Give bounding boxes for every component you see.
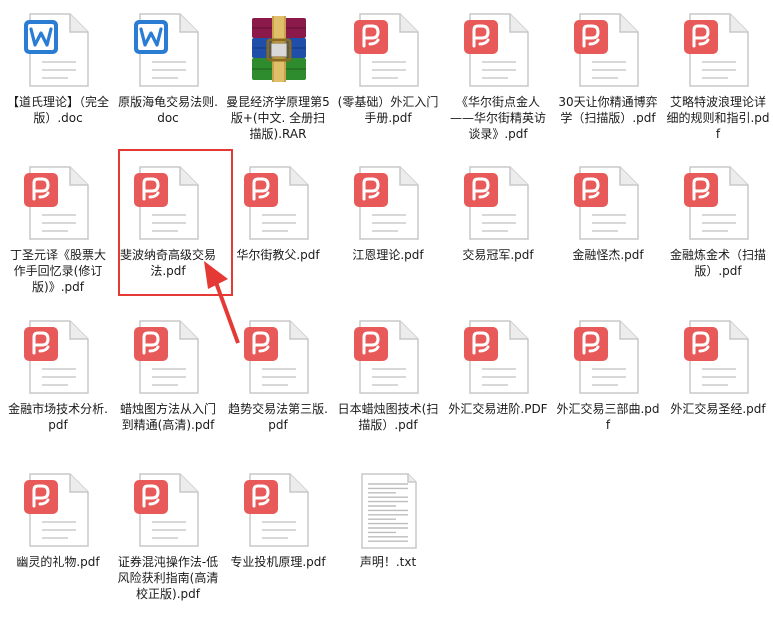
file-item[interactable]: 华尔街教父.pdf bbox=[223, 153, 333, 303]
file-name: 外汇交易三部曲.pdf bbox=[556, 402, 660, 432]
pdf-file-icon bbox=[458, 10, 538, 90]
pdf-file-icon bbox=[128, 163, 208, 243]
file-item[interactable]: 交易冠军.pdf bbox=[443, 153, 553, 303]
file-name: 艾略特波浪理论详细的规则和指引.pdf bbox=[666, 95, 770, 141]
file-name: 外汇交易进阶.PDF bbox=[448, 402, 548, 416]
file-grid: 【道氏理论】（完全版）.doc 原版海龟交易法则.doc 曼昆经济学原理第5版+(中… bbox=[0, 0, 773, 640]
file-item[interactable]: 《华尔街点金人——华尔街精英访谈录》.pdf bbox=[443, 0, 553, 150]
file-item[interactable]: 外汇交易三部曲.pdf bbox=[553, 307, 663, 457]
file-item[interactable]: 江恩理论.pdf bbox=[333, 153, 443, 303]
file-name: 蜡烛图方法从入门到精通(高清).pdf bbox=[119, 402, 216, 432]
file-item[interactable]: 原版海龟交易法则.doc bbox=[113, 0, 223, 150]
file-item[interactable]: 【道氏理论】（完全版）.doc bbox=[3, 0, 113, 150]
file-item[interactable]: 外汇交易进阶.PDF bbox=[443, 307, 553, 457]
pdf-file-icon bbox=[348, 163, 428, 243]
file-name: 幽灵的礼物.pdf bbox=[16, 555, 100, 569]
file-name: 丁圣元译《股票大作手回忆录(修订版)》.pdf bbox=[9, 248, 106, 294]
file-item[interactable]: 蜡烛图方法从入门到精通(高清).pdf bbox=[113, 307, 223, 457]
file-name: 华尔街教父.pdf bbox=[236, 248, 320, 262]
file-name: 金融怪杰.pdf bbox=[572, 248, 644, 262]
file-item[interactable]: 幽灵的礼物.pdf bbox=[3, 460, 113, 610]
pdf-file-icon bbox=[238, 163, 318, 243]
word-doc-icon bbox=[18, 10, 98, 90]
file-name: 【道氏理论】（完全版）.doc bbox=[6, 95, 109, 125]
file-item[interactable]: 日本蜡烛图技术(扫描版）.pdf bbox=[333, 307, 443, 457]
file-item[interactable]: 斐波纳奇高级交易法.pdf bbox=[113, 153, 223, 303]
pdf-file-icon bbox=[568, 163, 648, 243]
file-item[interactable]: 证券混沌操作法-低风险获利指南(高清校正版).pdf bbox=[113, 460, 223, 610]
pdf-file-icon bbox=[458, 163, 538, 243]
file-name: (零基础）外汇入门手册.pdf bbox=[337, 95, 439, 125]
pdf-file-icon bbox=[678, 317, 758, 397]
file-item[interactable]: (零基础）外汇入门手册.pdf bbox=[333, 0, 443, 150]
file-item[interactable]: 声明！.txt bbox=[333, 460, 443, 610]
file-name: 日本蜡烛图技术(扫描版）.pdf bbox=[337, 402, 439, 432]
file-item[interactable]: 丁圣元译《股票大作手回忆录(修订版)》.pdf bbox=[3, 153, 113, 303]
file-name: 金融炼金术（扫描版）.pdf bbox=[669, 248, 766, 278]
pdf-file-icon bbox=[678, 163, 758, 243]
file-item[interactable]: 金融炼金术（扫描版）.pdf bbox=[663, 153, 773, 303]
file-name: 专业投机原理.pdf bbox=[230, 555, 326, 569]
file-name: 曼昆经济学原理第5版+(中文. 全册扫描版).RAR bbox=[226, 95, 330, 141]
pdf-file-icon bbox=[348, 10, 428, 90]
file-item[interactable]: 30天让你精通博弈学（扫描版）.pdf bbox=[553, 0, 663, 150]
file-item[interactable]: 专业投机原理.pdf bbox=[223, 460, 333, 610]
file-item[interactable]: 外汇交易圣经.pdf bbox=[663, 307, 773, 457]
file-name: 金融市场技术分析.pdf bbox=[8, 402, 108, 432]
pdf-file-icon bbox=[238, 317, 318, 397]
word-doc-icon bbox=[128, 10, 208, 90]
pdf-file-icon bbox=[18, 163, 98, 243]
file-name: 证券混沌操作法-低风险获利指南(高清校正版).pdf bbox=[117, 555, 219, 601]
pdf-file-icon bbox=[238, 470, 318, 550]
file-item[interactable]: 金融市场技术分析.pdf bbox=[3, 307, 113, 457]
file-item[interactable]: 趋势交易法第三版.pdf bbox=[223, 307, 333, 457]
file-name: 交易冠军.pdf bbox=[462, 248, 534, 262]
pdf-file-icon bbox=[348, 317, 428, 397]
file-item[interactable]: 艾略特波浪理论详细的规则和指引.pdf bbox=[663, 0, 773, 150]
pdf-file-icon bbox=[128, 470, 208, 550]
file-name: 声明！.txt bbox=[359, 555, 417, 569]
pdf-file-icon bbox=[678, 10, 758, 90]
file-name: 外汇交易圣经.pdf bbox=[670, 402, 766, 416]
file-name: 江恩理论.pdf bbox=[352, 248, 424, 262]
file-name: 趋势交易法第三版.pdf bbox=[228, 402, 328, 432]
file-name: 原版海龟交易法则.doc bbox=[118, 95, 218, 125]
file-item[interactable]: 曼昆经济学原理第5版+(中文. 全册扫描版).RAR bbox=[223, 0, 333, 150]
pdf-file-icon bbox=[458, 317, 538, 397]
pdf-file-icon bbox=[18, 317, 98, 397]
pdf-file-icon bbox=[568, 10, 648, 90]
file-name: 斐波纳奇高级交易法.pdf bbox=[119, 248, 216, 278]
file-name: 《华尔街点金人——华尔街精英访谈录》.pdf bbox=[449, 95, 546, 141]
text-file-icon bbox=[348, 470, 428, 550]
pdf-file-icon bbox=[18, 470, 98, 550]
winrar-archive-icon bbox=[238, 10, 318, 90]
pdf-file-icon bbox=[568, 317, 648, 397]
file-name: 30天让你精通博弈学（扫描版）.pdf bbox=[558, 95, 658, 125]
pdf-file-icon bbox=[128, 317, 208, 397]
file-item[interactable]: 金融怪杰.pdf bbox=[553, 153, 663, 303]
